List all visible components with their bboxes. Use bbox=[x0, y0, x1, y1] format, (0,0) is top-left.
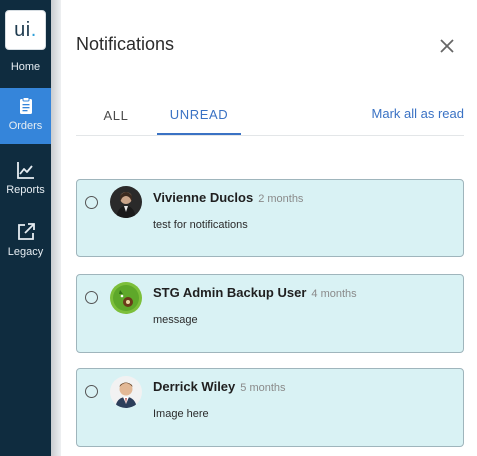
panel-shadow bbox=[51, 0, 61, 456]
sender-name: STG Admin Backup User bbox=[153, 285, 307, 300]
read-toggle-radio[interactable] bbox=[85, 385, 98, 398]
notifications-panel: Notifications ALL UNREAD Mark all as rea… bbox=[61, 0, 477, 456]
sidebar-item-home[interactable]: Home bbox=[0, 50, 51, 84]
app-root: ui. Home Orders Reports Legacy Notificat… bbox=[0, 0, 477, 456]
mark-all-read-link[interactable]: Mark all as read bbox=[372, 96, 464, 130]
sidebar: ui. Home Orders Reports Legacy bbox=[0, 0, 51, 456]
timestamp: 4 months bbox=[311, 288, 357, 300]
notification-card[interactable]: Derrick Wiley 5 months Image here bbox=[76, 368, 464, 447]
timestamp: 2 months bbox=[258, 193, 304, 205]
read-toggle-radio[interactable] bbox=[85, 291, 98, 304]
notification-card[interactable]: Vivienne Duclos 2 months test for notific… bbox=[76, 179, 464, 257]
sender-name: Vivienne Duclos bbox=[153, 190, 254, 205]
sidebar-item-reports[interactable]: Reports bbox=[0, 152, 51, 208]
avatar bbox=[110, 186, 142, 218]
notification-card[interactable]: STG Admin Backup User 4 months message bbox=[76, 274, 464, 353]
notification-header: Derrick Wiley 5 months bbox=[153, 378, 286, 396]
timestamp: 5 months bbox=[240, 382, 286, 394]
avatar bbox=[110, 376, 142, 408]
notification-message: test for notifications bbox=[153, 219, 248, 231]
close-icon[interactable] bbox=[437, 36, 457, 56]
external-link-icon bbox=[17, 223, 35, 240]
avatar bbox=[110, 282, 142, 314]
clipboard-icon bbox=[19, 97, 32, 114]
sidebar-item-label: Home bbox=[10, 61, 41, 73]
logo-text: ui. bbox=[14, 18, 37, 41]
notification-message: message bbox=[153, 314, 198, 326]
sidebar-item-label: Legacy bbox=[7, 246, 44, 258]
panel-title: Notifications bbox=[76, 34, 175, 54]
logo[interactable]: ui. bbox=[5, 10, 46, 50]
sidebar-item-legacy[interactable]: Legacy bbox=[0, 216, 51, 272]
sidebar-item-label: Reports bbox=[6, 184, 45, 196]
tab-all[interactable]: ALL bbox=[92, 96, 140, 135]
notification-message: Image here bbox=[153, 408, 209, 420]
sender-name: Derrick Wiley bbox=[153, 379, 236, 394]
notification-header: Vivienne Duclos 2 months bbox=[153, 189, 303, 207]
notification-header: STG Admin Backup User 4 months bbox=[153, 284, 357, 302]
tab-unread[interactable]: UNREAD bbox=[157, 96, 241, 135]
sidebar-item-label: Orders bbox=[8, 120, 43, 132]
chart-icon bbox=[16, 162, 34, 179]
read-toggle-radio[interactable] bbox=[85, 196, 98, 209]
notification-tabs: ALL UNREAD Mark all as read bbox=[76, 96, 464, 136]
sidebar-item-orders[interactable]: Orders bbox=[0, 88, 51, 144]
